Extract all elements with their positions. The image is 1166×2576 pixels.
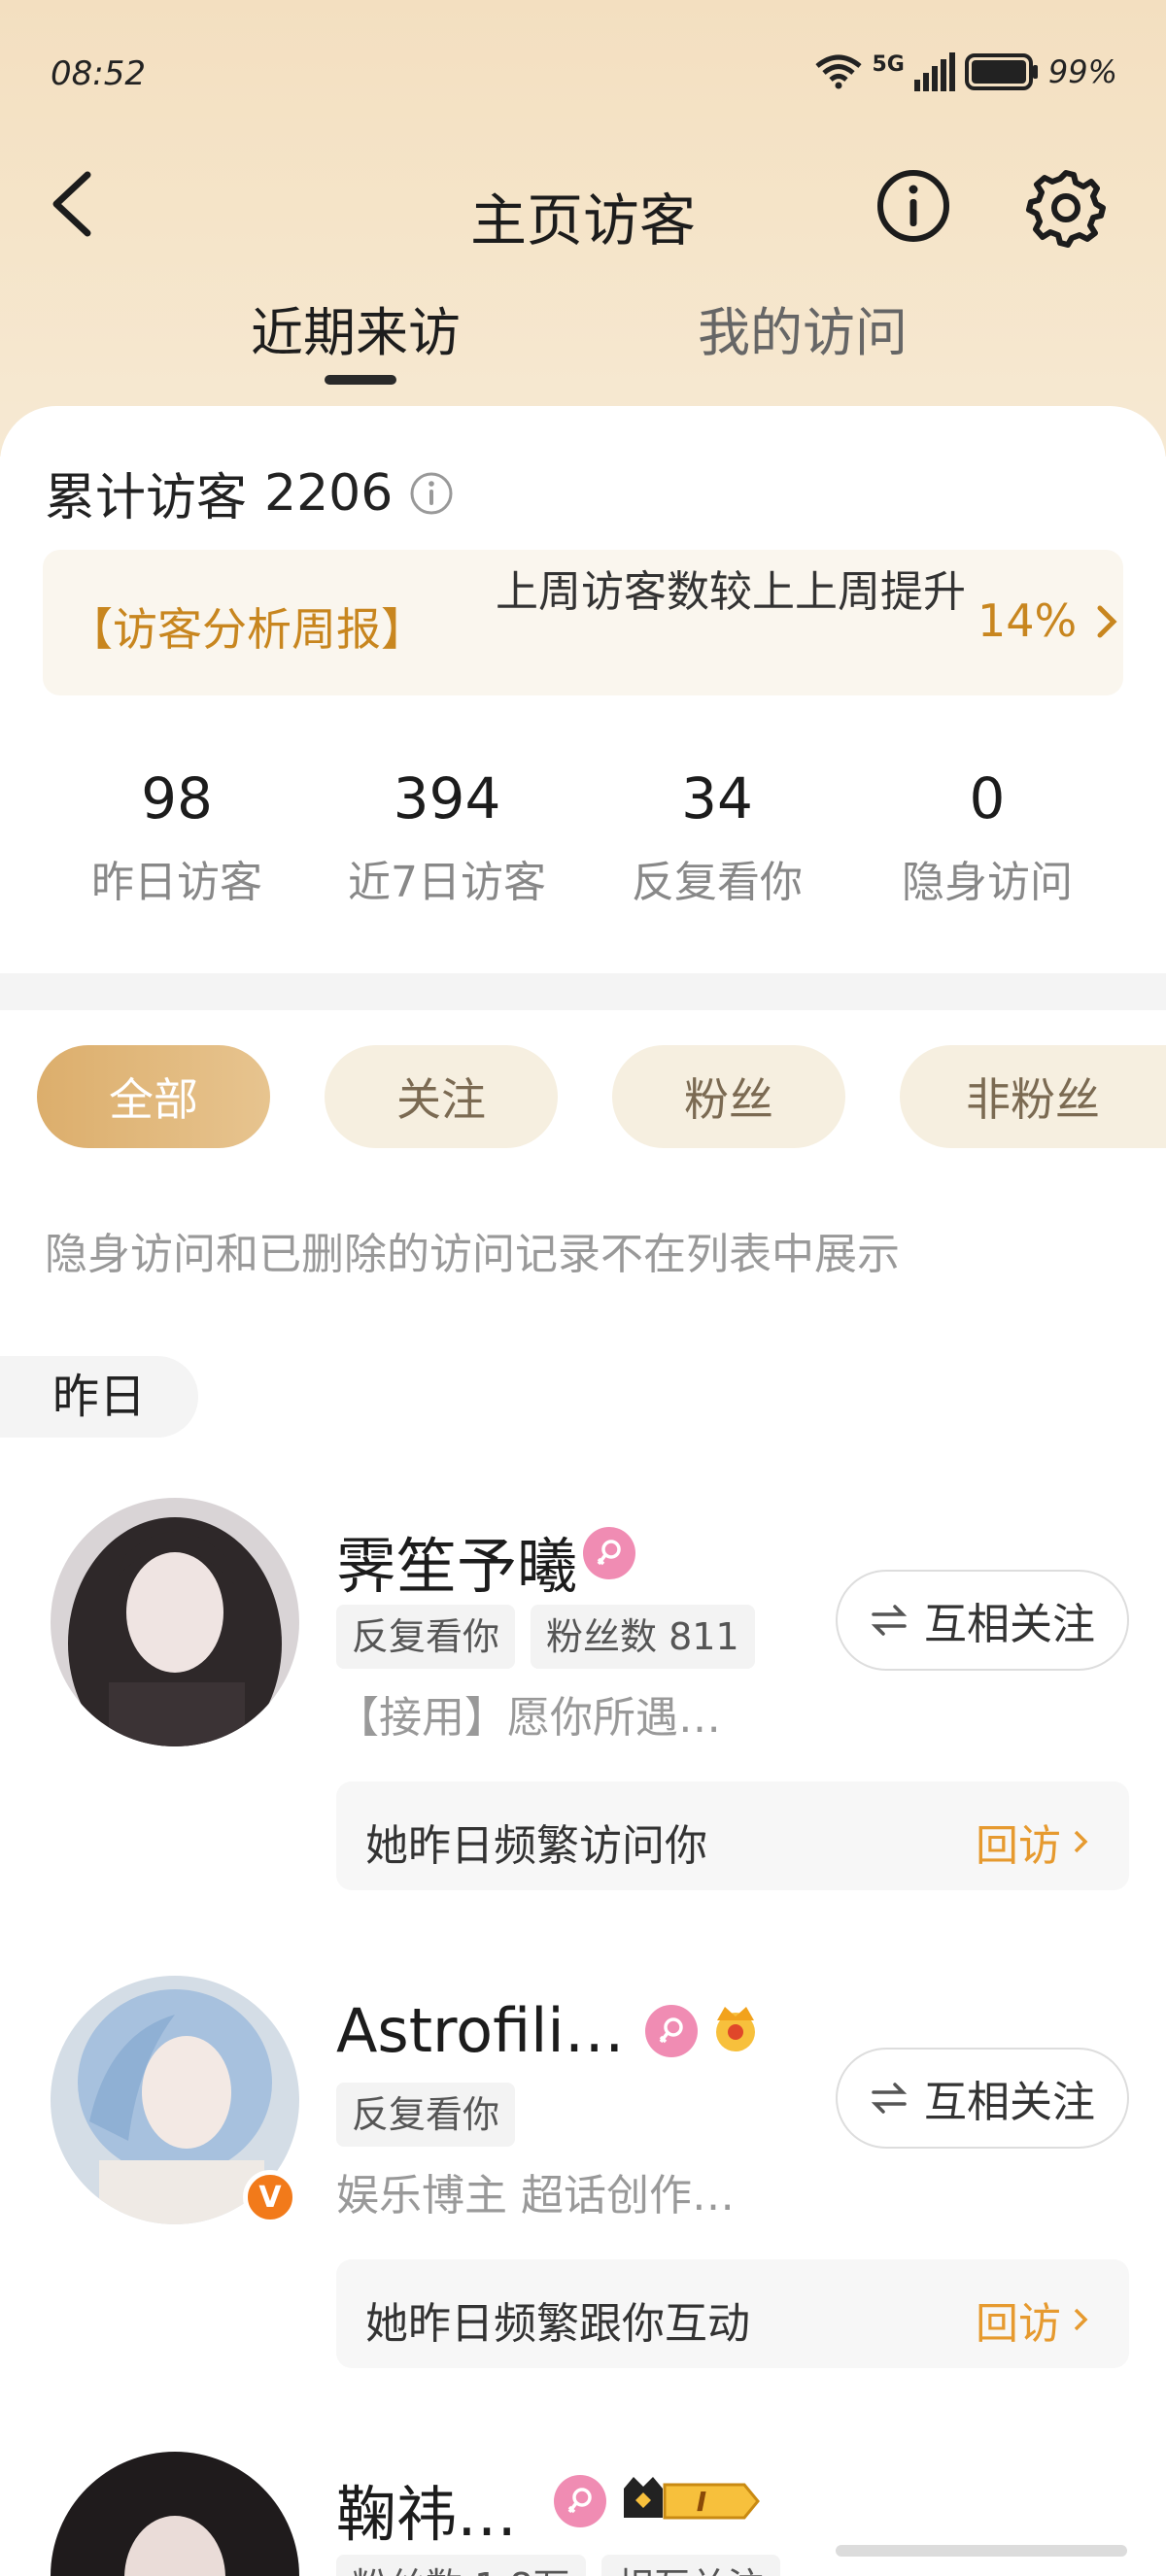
revisit-link[interactable]: 回访 bbox=[976, 1811, 1090, 1873]
status-time: 08:52 bbox=[51, 54, 146, 93]
visitor-bio: 【接用】愿你所遇… bbox=[336, 1693, 721, 1743]
battery-percent: 99% bbox=[1047, 53, 1117, 90]
stat-value: 34 bbox=[681, 765, 753, 831]
swap-arrows-icon bbox=[871, 1605, 908, 1636]
tag: 反复看你 bbox=[336, 1605, 516, 1669]
status-bar: 08:52 5G 99% bbox=[0, 0, 1166, 146]
filter-all[interactable]: 全部 bbox=[37, 1045, 270, 1148]
active-tab-indicator bbox=[325, 375, 396, 385]
verified-badge: V bbox=[243, 2170, 297, 2224]
network-label: 5G bbox=[872, 51, 905, 77]
revisit-label: 回访 bbox=[976, 2299, 1061, 2349]
tag: 粉丝数 811 bbox=[531, 1605, 755, 1669]
weekly-report-percent: 14% bbox=[977, 594, 1078, 647]
battery-icon bbox=[964, 53, 1038, 90]
visit-hint-text: 她昨日频繁访问你 bbox=[365, 1821, 707, 1871]
status-icons: 5G 99% bbox=[814, 51, 1117, 93]
visit-hint-bar[interactable]: 她昨日频繁访问你 回访 bbox=[336, 1781, 1129, 1890]
visitor-item[interactable]: 鞠祎… I 粉丝数 1.8万 相互关注 bbox=[0, 2452, 1166, 2576]
visit-hint-bar[interactable]: 她昨日频繁跟你互动 回访 bbox=[336, 2259, 1129, 2368]
female-icon bbox=[583, 1527, 635, 1579]
home-indicator bbox=[836, 2545, 1127, 2557]
day-section-label: 昨日 bbox=[0, 1356, 198, 1438]
visitor-tags: 反复看你 粉丝数 811 bbox=[336, 1605, 755, 1669]
stat-label: 隐身访问 bbox=[902, 858, 1073, 907]
visitor-tags: 粉丝数 1.8万 相互关注 bbox=[336, 2555, 780, 2576]
nav-bar: 主页访客 bbox=[0, 146, 1166, 262]
info-icon[interactable] bbox=[874, 167, 952, 245]
total-visitors-count: 2206 bbox=[264, 463, 394, 523]
swap-arrows-icon bbox=[871, 2083, 908, 2114]
tag: 相互关注 bbox=[600, 2555, 780, 2576]
stat-yesterday[interactable]: 98 昨日访客 bbox=[51, 756, 303, 909]
tab-recent-visits[interactable]: 近期来访 bbox=[251, 289, 461, 366]
tag: 反复看你 bbox=[336, 2083, 516, 2147]
visitor-item[interactable]: 霁笙予曦 反复看你 粉丝数 811 【接用】愿你所遇… 互相关注 她昨日频繁访问… bbox=[0, 1498, 1166, 1945]
follow-label: 互相关注 bbox=[924, 1600, 1095, 1649]
female-icon bbox=[645, 2005, 698, 2057]
revisit-label: 回访 bbox=[976, 1821, 1061, 1871]
avatar-image bbox=[51, 1498, 299, 1746]
filter-non-fans[interactable]: 非粉丝 bbox=[900, 1045, 1166, 1148]
visitor-name[interactable]: 鞠祎… bbox=[336, 2465, 517, 2553]
tag: 粉丝数 1.8万 bbox=[336, 2555, 586, 2576]
crown-badge-icon bbox=[716, 2007, 755, 2051]
mutual-follow-button[interactable]: 互相关注 bbox=[836, 1570, 1129, 1671]
total-visitors-label: 累计访客 bbox=[45, 469, 248, 527]
total-visitors-row: 累计访客 2206 bbox=[45, 457, 455, 529]
visitor-item[interactable]: V Astrofili… 反复看你 娱乐博主 超话创作… 互相关注 她昨日频繁跟… bbox=[0, 1976, 1166, 2423]
female-icon bbox=[554, 2475, 606, 2527]
avatar[interactable] bbox=[51, 1498, 299, 1746]
tab-bar: 近期来访 我的访问 bbox=[0, 282, 1166, 389]
filter-fans[interactable]: 粉丝 bbox=[612, 1045, 845, 1148]
revisit-link[interactable]: 回访 bbox=[976, 2288, 1090, 2351]
stat-last-7-days[interactable]: 394 近7日访客 bbox=[321, 756, 573, 909]
avatar-image bbox=[51, 2452, 299, 2576]
stat-value: 0 bbox=[969, 765, 1006, 831]
weekly-report-banner[interactable]: 【访客分析周报】 上周访客数较上上周提升 14% bbox=[43, 550, 1123, 695]
summary-card: 累计访客 2206 【访客分析周报】 上周访客数较上上周提升 14% 98 昨日… bbox=[0, 406, 1166, 974]
visit-hint-text: 她昨日频繁跟你互动 bbox=[365, 2299, 750, 2349]
tab-my-visits[interactable]: 我的访问 bbox=[698, 289, 908, 366]
stat-label: 反复看你 bbox=[632, 858, 803, 907]
gear-icon[interactable] bbox=[1025, 167, 1107, 249]
mutual-follow-button[interactable]: 互相关注 bbox=[836, 2048, 1129, 2149]
section-divider bbox=[0, 973, 1166, 1010]
total-info-icon[interactable] bbox=[408, 470, 455, 517]
visitor-name[interactable]: Astrofili… bbox=[336, 1995, 625, 2066]
stat-value: 98 bbox=[141, 765, 213, 831]
filter-following[interactable]: 关注 bbox=[325, 1045, 558, 1148]
stat-label: 近7日访客 bbox=[348, 858, 546, 907]
filter-chips: 全部 关注 粉丝 非粉丝 bbox=[0, 1045, 1166, 1150]
stat-value: 394 bbox=[393, 765, 501, 831]
page-title: 主页访客 bbox=[469, 187, 696, 254]
signal-icon bbox=[913, 52, 955, 91]
visitor-tags: 反复看你 bbox=[336, 2083, 516, 2147]
visitor-bio: 娱乐博主 超话创作… bbox=[336, 2171, 735, 2220]
stat-label: 昨日访客 bbox=[91, 858, 262, 907]
visitor-name[interactable]: 霁笙予曦 bbox=[336, 1517, 577, 1605]
chevron-right-icon bbox=[1074, 1830, 1088, 1853]
chevron-right-icon bbox=[1074, 2308, 1088, 2331]
wifi-icon bbox=[814, 54, 862, 89]
stat-repeat-viewers[interactable]: 34 反复看你 bbox=[591, 756, 843, 909]
list-note: 隐身访问和已删除的访问记录不在列表中展示 bbox=[45, 1230, 900, 1279]
chevron-right-icon bbox=[1097, 605, 1117, 638]
stat-hidden-visits[interactable]: 0 隐身访问 bbox=[861, 756, 1114, 909]
avatar[interactable] bbox=[51, 2452, 299, 2576]
follow-label: 互相关注 bbox=[924, 2078, 1095, 2127]
vip-level-badge-icon: I bbox=[624, 2477, 760, 2520]
svg-text:I: I bbox=[697, 2486, 706, 2518]
weekly-report-text: 上周访客数较上上周提升 bbox=[496, 567, 966, 617]
weekly-report-tag: 【访客分析周报】 bbox=[68, 603, 426, 656]
stats-row: 98 昨日访客 394 近7日访客 34 反复看你 0 隐身访问 bbox=[0, 756, 1166, 921]
